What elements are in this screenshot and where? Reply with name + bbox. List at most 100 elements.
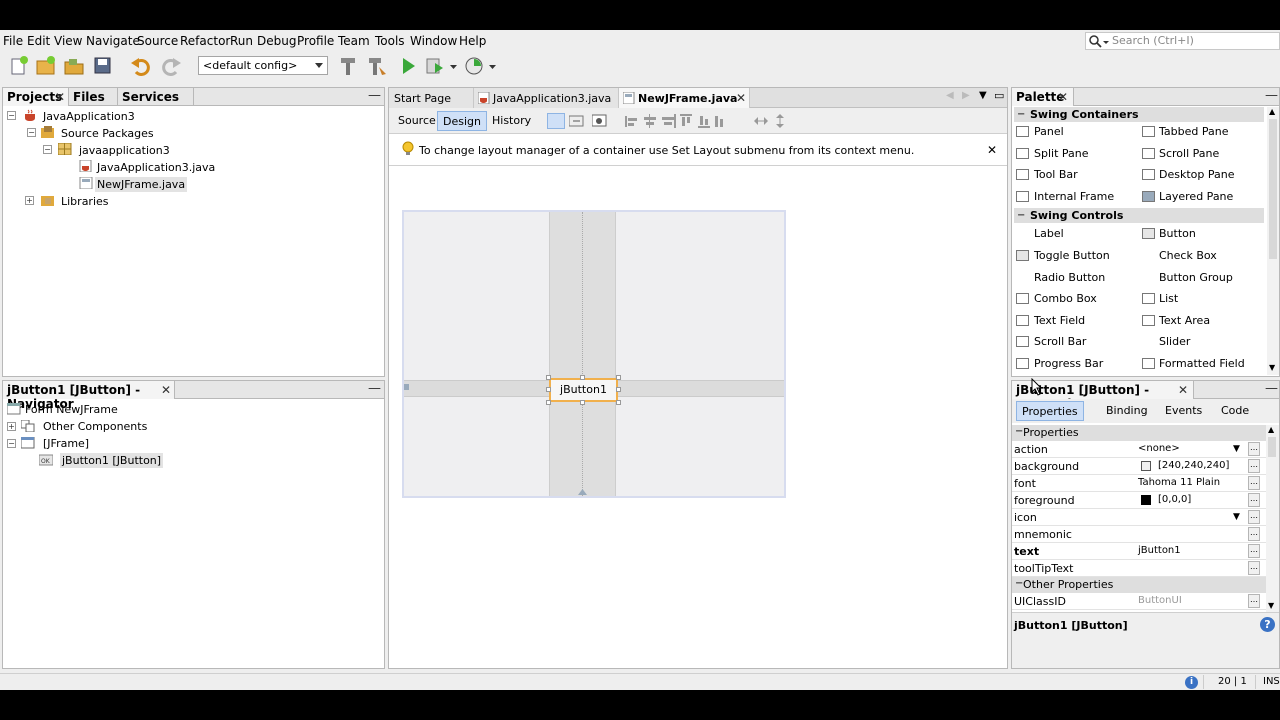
- expand-toggle[interactable]: +: [7, 422, 16, 431]
- property-row[interactable]: action <none> ▼ …: [1012, 441, 1274, 458]
- menu-source[interactable]: Source: [137, 34, 178, 48]
- property-row[interactable]: UIClassID ButtonUI …: [1012, 593, 1274, 610]
- palette-item-text-field[interactable]: Text Field: [1034, 314, 1085, 327]
- maximize-icon[interactable]: ▭: [994, 89, 1004, 102]
- resize-handle[interactable]: [546, 400, 551, 405]
- more-button[interactable]: …: [1248, 544, 1260, 558]
- palette-item-internal-frame[interactable]: Internal Frame: [1034, 190, 1114, 203]
- redo-icon[interactable]: [160, 55, 182, 77]
- palette-item-layered-pane[interactable]: Layered Pane: [1159, 190, 1233, 203]
- palette-scrollbar[interactable]: ▲ ▼: [1267, 107, 1279, 375]
- property-row[interactable]: foreground [0,0,0] …: [1012, 492, 1274, 509]
- menu-navigate[interactable]: Navigate: [86, 34, 140, 48]
- collapse-toggle[interactable]: −: [1017, 109, 1025, 120]
- palette-item-panel[interactable]: Panel: [1034, 125, 1064, 138]
- property-row[interactable]: font Tahoma 11 Plain …: [1012, 475, 1274, 492]
- close-icon[interactable]: ✕: [1178, 383, 1188, 397]
- tab-javaapplication3-java[interactable]: JavaApplication3.java: [474, 88, 619, 108]
- property-row[interactable]: text jButton1 …: [1012, 543, 1274, 560]
- scrollbar-thumb[interactable]: [1268, 437, 1276, 457]
- properties-scrollbar[interactable]: ▲ ▼: [1266, 425, 1279, 612]
- tab-files[interactable]: Files: [69, 88, 118, 106]
- nav-item-form[interactable]: Form NewJFrame: [25, 403, 118, 416]
- undo-icon[interactable]: [130, 55, 152, 77]
- run-icon[interactable]: [397, 55, 419, 77]
- new-file-icon[interactable]: [8, 55, 30, 77]
- tree-item-project[interactable]: JavaApplication3: [43, 110, 135, 123]
- palette-item-check-box[interactable]: Check Box: [1159, 249, 1217, 262]
- close-icon[interactable]: ✕: [55, 90, 65, 104]
- resize-handle[interactable]: [616, 387, 621, 392]
- more-button[interactable]: …: [1248, 442, 1260, 456]
- nav-item-jbutton1[interactable]: jButton1 [JButton]: [60, 453, 164, 468]
- menu-help[interactable]: Help: [459, 34, 486, 48]
- more-button[interactable]: …: [1248, 476, 1260, 490]
- config-select[interactable]: <default config>: [198, 56, 328, 75]
- collapse-toggle[interactable]: −: [27, 128, 36, 137]
- collapse-toggle[interactable]: −: [1015, 426, 1023, 437]
- section-other-properties[interactable]: Other Properties: [1012, 577, 1274, 593]
- palette-item-radio-button[interactable]: Radio Button: [1034, 271, 1105, 284]
- jframe-design-canvas[interactable]: jButton1: [402, 210, 786, 498]
- menu-file[interactable]: File: [3, 34, 23, 48]
- open-project-icon[interactable]: [63, 55, 85, 77]
- resize-handle[interactable]: [616, 400, 621, 405]
- preview-design-icon[interactable]: [592, 114, 608, 128]
- tab-events[interactable]: Events: [1160, 401, 1207, 421]
- tree-item-newjframe-java[interactable]: NewJFrame.java: [95, 177, 188, 192]
- info-icon[interactable]: i: [1185, 676, 1198, 689]
- help-icon[interactable]: ?: [1260, 617, 1275, 632]
- tab-source[interactable]: Source: [393, 111, 441, 131]
- close-icon[interactable]: ✕: [736, 91, 746, 105]
- resize-handle[interactable]: [616, 375, 621, 380]
- minimize-icon[interactable]: —: [1265, 88, 1278, 103]
- menu-profile[interactable]: Profile: [297, 34, 334, 48]
- tree-item-source-packages[interactable]: Source Packages: [61, 127, 154, 140]
- section-properties[interactable]: Properties: [1012, 425, 1274, 441]
- scroll-right-icon[interactable]: ▶: [962, 90, 970, 101]
- section-swing-containers[interactable]: Swing Containers: [1014, 107, 1264, 122]
- scroll-up-icon[interactable]: ▲: [1268, 425, 1274, 434]
- more-button[interactable]: …: [1248, 561, 1260, 575]
- tree-item-libraries[interactable]: Libraries: [61, 195, 109, 208]
- resize-handle[interactable]: [580, 400, 585, 405]
- palette-item-tool-bar[interactable]: Tool Bar: [1034, 168, 1078, 181]
- collapse-toggle[interactable]: −: [1015, 578, 1023, 589]
- align-tools-icon[interactable]: [625, 114, 745, 128]
- resize-vertical-icon[interactable]: [773, 113, 787, 129]
- menu-window[interactable]: Window: [410, 34, 457, 48]
- save-all-icon[interactable]: [92, 55, 114, 77]
- property-row[interactable]: toolTipText …: [1012, 560, 1274, 577]
- build-hammer-icon[interactable]: [337, 55, 359, 77]
- palette-item-slider[interactable]: Slider: [1159, 335, 1190, 348]
- chevron-down-icon[interactable]: [489, 65, 497, 71]
- tab-design[interactable]: Design: [437, 111, 487, 131]
- scroll-up-icon[interactable]: ▲: [1269, 107, 1275, 116]
- chevron-down-icon[interactable]: ▼: [1233, 444, 1240, 454]
- clean-build-icon[interactable]: [366, 55, 388, 77]
- menu-tools[interactable]: Tools: [375, 34, 405, 48]
- scrollbar-thumb[interactable]: [1269, 119, 1277, 259]
- minimize-icon[interactable]: —: [368, 88, 381, 103]
- jbutton1-component[interactable]: jButton1: [549, 378, 618, 402]
- palette-item-formatted-field[interactable]: Formatted Field: [1159, 357, 1245, 370]
- palette-item-button[interactable]: Button: [1159, 227, 1196, 240]
- tab-binding[interactable]: Binding: [1101, 401, 1153, 421]
- property-row[interactable]: icon ▼ …: [1012, 509, 1274, 526]
- resize-horizontal-icon[interactable]: [753, 114, 769, 128]
- palette-item-label[interactable]: Label: [1034, 227, 1064, 240]
- palette-item-toggle-button[interactable]: Toggle Button: [1034, 249, 1110, 262]
- palette-item-button-group[interactable]: Button Group: [1159, 271, 1233, 284]
- menu-edit[interactable]: Edit: [27, 34, 50, 48]
- tab-code[interactable]: Code: [1216, 401, 1254, 421]
- resize-handle[interactable]: [546, 375, 551, 380]
- expand-toggle[interactable]: +: [25, 196, 34, 205]
- palette-item-scroll-pane[interactable]: Scroll Pane: [1159, 147, 1219, 160]
- selection-mode-icon[interactable]: [547, 113, 565, 129]
- scroll-down-icon[interactable]: ▼: [1269, 363, 1275, 372]
- debug-icon[interactable]: [424, 55, 446, 77]
- tab-list-icon[interactable]: ▼: [979, 90, 987, 101]
- tab-properties[interactable]: Properties: [1016, 401, 1084, 421]
- more-button[interactable]: …: [1248, 594, 1260, 608]
- more-button[interactable]: …: [1248, 459, 1260, 473]
